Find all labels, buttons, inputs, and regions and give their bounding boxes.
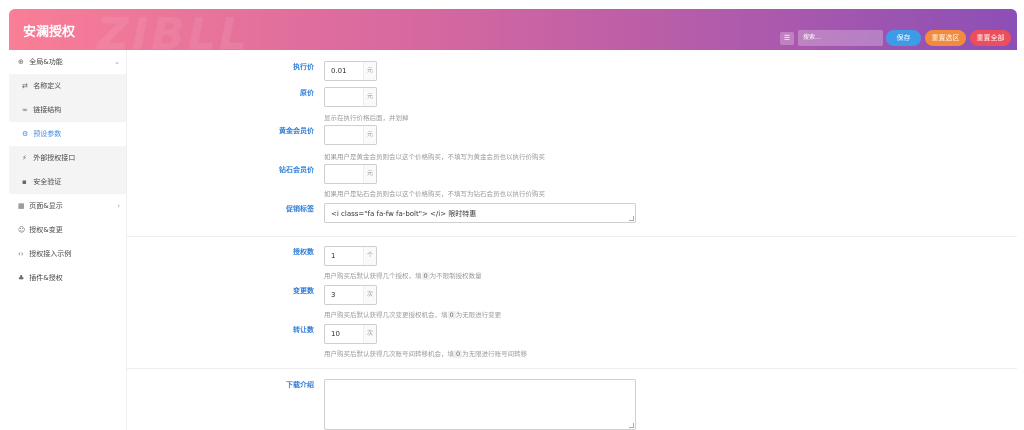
- sidebar-subitem-names[interactable]: ⇄ 名称定义: [9, 74, 126, 98]
- sidebar: ⊕ 全局&功能 ⌄ ⇄ 名称定义 ∞ 链接结构 ⚙ 预设参数 ⚡ 外部授权接口 …: [9, 50, 127, 430]
- link-icon: ∞: [22, 106, 28, 114]
- gold-price-field[interactable]: 元: [324, 125, 377, 145]
- desc-text: 用户购买后默认获得几次账号间转移机会，填: [324, 350, 454, 358]
- desc-text: 用户购买后默认获得几个授权，填: [324, 272, 422, 280]
- download-intro-label: 下载介绍: [286, 381, 314, 389]
- search-input[interactable]: 搜索...: [798, 30, 883, 46]
- field-value: 1: [331, 252, 336, 260]
- sidebar-item-plugins[interactable]: ♣ 插件&授权: [9, 266, 126, 290]
- sidebar-item-label: 链接结构: [33, 106, 62, 114]
- promo-tag-label: 促销标签: [286, 205, 314, 213]
- app-window: ZIBLL 安澜授权 ☰ 搜索... 保存 重置选区 重置全部 ⊕ 全局&功能 …: [0, 0, 1024, 430]
- desc-text: 为不限制授权数量: [429, 272, 482, 280]
- inline-code: 0: [421, 272, 430, 280]
- watermark: ZIBLL: [97, 9, 250, 50]
- reset-all-button[interactable]: 重置全部: [970, 30, 1011, 46]
- sidebar-subitem-presets[interactable]: ⚙ 预设参数: [9, 122, 126, 146]
- diamond-price-desc: 如果用户是钻石会员则会以这个价格购买，不填写为钻石会员也以执行价购买: [324, 190, 545, 198]
- change-count-label: 变更数: [293, 287, 314, 295]
- field-value: <i class="fa fa-fw fa-bolt"> </i> 限时特惠: [331, 210, 477, 218]
- globe-icon: ⊕: [18, 58, 24, 66]
- unit-addon: 次: [363, 325, 376, 343]
- sidebar-item-pages[interactable]: ▦ 页面&显示 ›: [9, 194, 126, 218]
- exec-price-field[interactable]: 0.01 元: [324, 61, 377, 81]
- auth-count-desc: 用户购买后默认获得几个授权，填 0 为不限制授权数量: [324, 270, 482, 280]
- field-value: 3: [331, 291, 336, 299]
- sidebar-subitem-security[interactable]: ▪ 安全验证: [9, 170, 126, 194]
- sidebar-item-label: 全局&功能: [29, 58, 63, 66]
- sidebar-item-label: 名称定义: [33, 82, 62, 90]
- auth-count-label: 授权数: [293, 248, 314, 256]
- inline-code: 0: [454, 350, 463, 358]
- orig-price-field[interactable]: 元: [324, 87, 377, 107]
- transfer-count-field[interactable]: 10 次: [324, 324, 377, 344]
- sidebar-item-global[interactable]: ⊕ 全局&功能 ⌄: [9, 50, 126, 74]
- field-value: 0.01: [331, 67, 347, 75]
- transfer-count-label: 转让数: [293, 326, 314, 334]
- sidebar-submenu: ⇄ 名称定义 ∞ 链接结构 ⚙ 预设参数 ⚡ 外部授权接口 ▪ 安全验证: [9, 74, 126, 194]
- reset-section-button[interactable]: 重置选区: [925, 30, 966, 46]
- orig-price-label: 原价: [300, 89, 314, 97]
- desc-text: 为无限进行账号间转移: [462, 350, 528, 358]
- section-divider: [127, 236, 1017, 237]
- sidebar-item-label: 安全验证: [33, 178, 62, 186]
- unit-addon: 元: [363, 88, 376, 106]
- sidebar-subitem-links[interactable]: ∞ 链接结构: [9, 98, 126, 122]
- plug-icon: ⚡: [22, 154, 27, 162]
- unit-addon: 元: [363, 126, 376, 144]
- menu-icon[interactable]: ☰: [780, 32, 794, 45]
- lock-icon: ▪: [22, 178, 27, 186]
- chevron-right-icon: ›: [117, 202, 120, 210]
- smile-icon: ☺: [18, 226, 26, 234]
- sidebar-item-label: 预设参数: [33, 130, 62, 138]
- diamond-price-label: 钻石会员价: [279, 166, 314, 174]
- section-divider: [127, 368, 1017, 369]
- inline-code: 0: [447, 311, 456, 319]
- sidebar-item-label: 外部授权接口: [33, 154, 76, 162]
- desc-text: 为无限进行变更: [455, 311, 502, 319]
- retweet-icon: ⇄: [22, 82, 28, 90]
- transfer-count-desc: 用户购买后默认获得几次账号间转移机会，填 0 为无限进行账号间转移: [324, 348, 527, 358]
- download-intro-textarea[interactable]: [324, 379, 636, 430]
- sidebar-item-label: 页面&显示: [29, 202, 63, 210]
- chevron-down-icon: ⌄: [114, 58, 120, 66]
- change-count-field[interactable]: 3 次: [324, 285, 377, 305]
- sidebar-item-label: 授权接入示例: [29, 250, 72, 258]
- resize-handle[interactable]: [629, 216, 634, 221]
- gold-price-label: 黄金会员价: [279, 127, 314, 135]
- change-count-desc: 用户购买后默认获得几次变更授权机会，填 0 为无限进行变更: [324, 309, 501, 319]
- save-button[interactable]: 保存: [886, 30, 921, 46]
- app-title: 安澜授权: [23, 25, 76, 40]
- sidebar-subitem-external-api[interactable]: ⚡ 外部授权接口: [9, 146, 126, 170]
- plug-icon: ♣: [18, 274, 25, 282]
- resize-handle[interactable]: [629, 423, 634, 428]
- calendar-icon: ▦: [18, 202, 25, 210]
- auth-count-field[interactable]: 1 个: [324, 246, 377, 266]
- header-bar: ZIBLL 安澜授权 ☰ 搜索... 保存 重置选区 重置全部: [9, 9, 1017, 50]
- unit-addon: 元: [363, 62, 376, 80]
- code-icon: ‹›: [18, 250, 24, 258]
- unit-addon: 次: [363, 286, 376, 304]
- promo-tag-textarea[interactable]: <i class="fa fa-fw fa-bolt"> </i> 限时特惠: [324, 203, 636, 223]
- cogs-icon: ⚙: [22, 130, 29, 138]
- field-value: 10: [331, 330, 340, 338]
- orig-price-desc: 显示在执行价格后面，并划掉: [324, 114, 409, 122]
- exec-price-label: 执行价: [293, 63, 314, 71]
- sidebar-item-label: 插件&授权: [29, 274, 63, 282]
- unit-addon: 元: [363, 165, 376, 183]
- diamond-price-field[interactable]: 元: [324, 164, 377, 184]
- desc-text: 用户购买后默认获得几次变更授权机会，填: [324, 311, 448, 319]
- gold-price-desc: 如果用户是黄金会员则会以这个价格购买，不填写为黄金会员也以执行价购买: [324, 153, 545, 161]
- settings-form: 执行价 0.01 元 原价 元 显示在执行价格后面，并划掉 黄金会员价 元 如果…: [127, 50, 1017, 430]
- sidebar-item-auth-change[interactable]: ☺ 授权&变更: [9, 218, 126, 242]
- sidebar-item-auth-example[interactable]: ‹› 授权接入示例: [9, 242, 126, 266]
- unit-addon: 个: [363, 247, 376, 265]
- sidebar-item-label: 授权&变更: [29, 226, 63, 234]
